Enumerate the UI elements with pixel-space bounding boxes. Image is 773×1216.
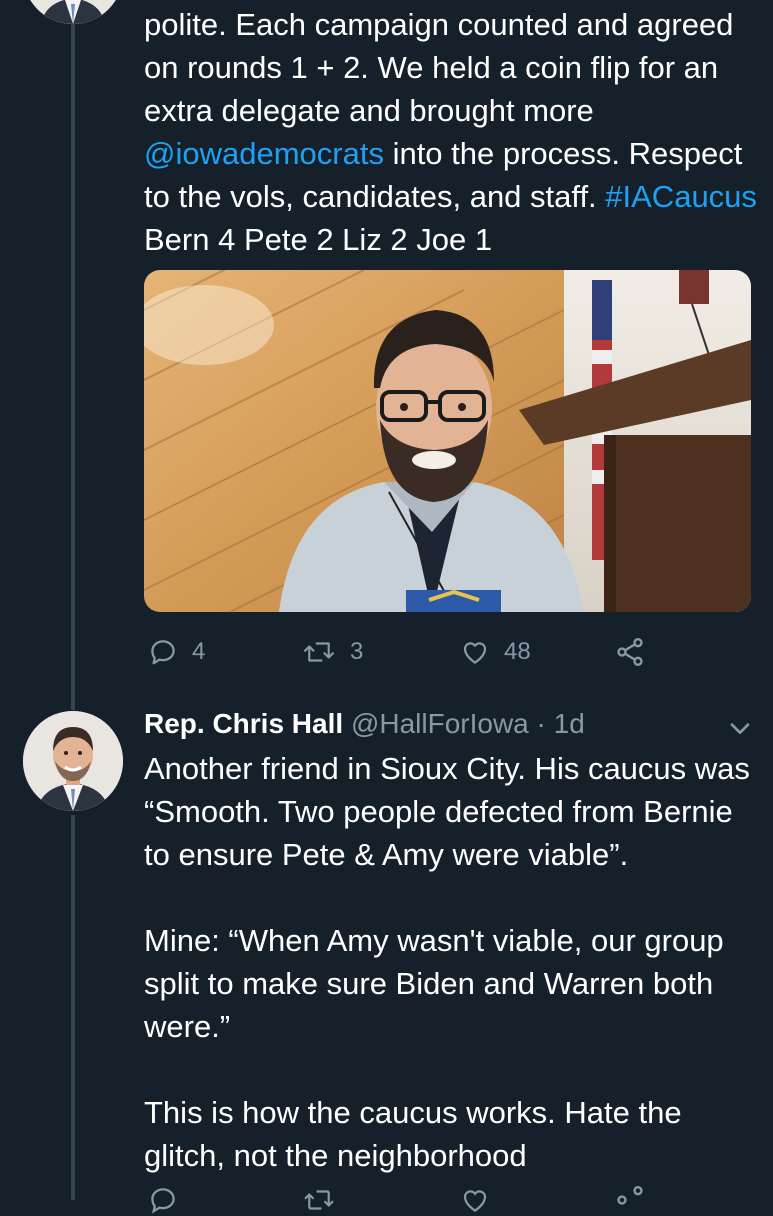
profile-photo <box>23 711 123 811</box>
tweet-text: Another friend in Sioux City. His caucus… <box>144 751 750 1173</box>
tweet-timestamp[interactable]: 1d <box>554 708 585 739</box>
share-button[interactable] <box>614 630 646 674</box>
separator-dot: · <box>528 708 554 739</box>
retweet-icon <box>303 642 335 662</box>
like-button[interactable]: 48 <box>460 630 531 674</box>
display-name[interactable]: Rep. Chris Hall <box>144 708 343 739</box>
reply-icon <box>151 1188 175 1214</box>
mention-link[interactable]: @iowademocrats <box>144 136 384 171</box>
reply-button[interactable] <box>148 1188 178 1214</box>
tweet-text-part: polite. Each campaign counted and agreed… <box>144 7 734 128</box>
heart-icon <box>463 1190 487 1212</box>
tweet-text-part: Bern 4 Pete 2 Liz 2 Joe 1 <box>144 222 493 257</box>
retweet-count: 3 <box>350 638 364 665</box>
share-button[interactable] <box>614 1186 646 1212</box>
share-icon <box>617 638 643 666</box>
thread-line-top <box>71 20 75 710</box>
reply-icon <box>151 640 175 665</box>
tweet-header: Rep. Chris Hall @HallForIowa · 1d <box>144 704 585 744</box>
retweet-button[interactable] <box>302 1188 336 1212</box>
retweet-button[interactable]: 3 <box>302 630 363 674</box>
chevron-down-icon <box>730 723 750 734</box>
avatar[interactable] <box>23 711 123 811</box>
photo-illustration <box>144 270 751 612</box>
retweet-icon <box>304 1190 334 1210</box>
tweet-text: polite. Each campaign counted and agreed… <box>144 3 764 261</box>
thread-line-bottom <box>71 815 75 1200</box>
share-icon <box>617 1186 643 1205</box>
like-count: 48 <box>504 638 531 665</box>
profile-photo <box>23 0 123 24</box>
user-handle[interactable]: @HallForIowa <box>351 708 529 739</box>
tweet-photo[interactable] <box>144 270 751 612</box>
reply-count: 4 <box>192 638 206 665</box>
tweet-menu-button[interactable] <box>724 712 756 744</box>
tweet-actions: 4 3 48 <box>144 630 751 674</box>
reply-button[interactable]: 4 <box>148 630 205 674</box>
avatar[interactable] <box>23 0 123 24</box>
tweet-actions <box>144 1186 751 1214</box>
heart-icon <box>463 642 487 664</box>
hashtag-link[interactable]: #IACaucus <box>605 179 757 214</box>
like-button[interactable] <box>460 1188 490 1212</box>
